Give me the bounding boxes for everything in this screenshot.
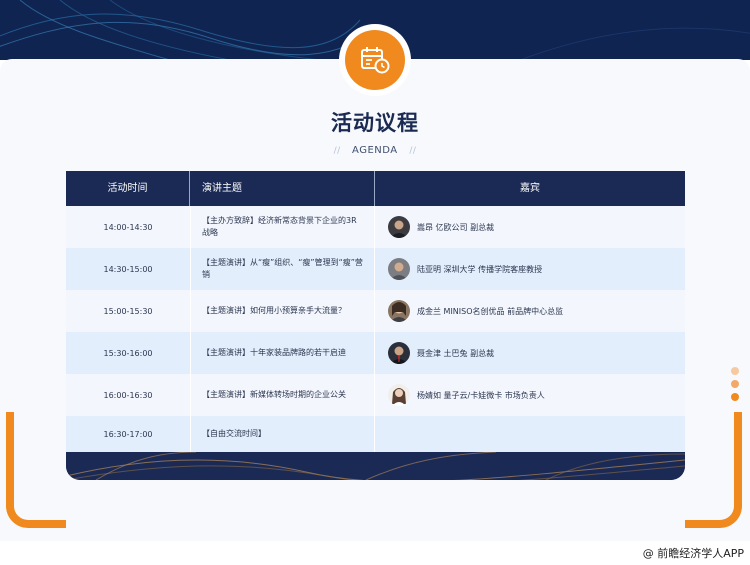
topic-cell: 【自由交流时间】 [190,416,375,452]
time-cell: 15:00-15:30 [66,290,191,332]
avatar [388,216,410,238]
guest-cell: 嵩昂 亿欧公司 副总裁 [375,206,685,248]
avatar [388,300,410,322]
orange-bracket-left [6,412,66,528]
time-cell: 16:00-16:30 [66,374,191,416]
table-header: 活动时间 演讲主题 嘉宾 [66,171,685,206]
band-wave-decoration [66,452,685,480]
guest-cell: 杨婧如 量子云/卡娃微卡 市场负责人 [375,374,685,416]
header-topic: 演讲主题 [190,171,375,206]
header-guest: 嘉宾 [520,183,540,194]
page-title: 活动议程 [331,111,419,135]
dot-medium [731,380,739,388]
watermark-text: @ 前瞻经济学人APP [642,547,744,560]
agenda-table: 活动时间 演讲主题 嘉宾 14:00-14:30 【主办方致辞】经济新常态背景下… [66,171,685,480]
decorative-dots [731,367,739,406]
guest-text: 聂金津 土巴兔 副总裁 [417,348,495,358]
subtitle-row: // AGENDA // [0,145,750,156]
guest-cell [375,416,685,452]
table-row: 15:00-15:30 【主题演讲】如何用小预算亲手大流量？ 成金兰 MINIS… [66,290,685,332]
slash-decoration-left: // [333,146,345,156]
header-time: 活动时间 [66,171,190,206]
avatar [388,342,410,364]
calendar-clock-icon [361,47,390,74]
time-cell: 14:00-14:30 [66,206,191,248]
avatar [388,384,410,406]
dot-dark [731,393,739,401]
guest-text: 杨婧如 量子云/卡娃微卡 市场负责人 [417,390,545,400]
table-row: 16:00-16:30 【主题演讲】新媒体转场时期的企业公关 杨婧如 量子云/卡… [66,374,685,416]
table-row: 14:30-15:00 【主题演讲】从“瘦”组织、“瘦”管理到“瘦”营销 陆亚明… [66,248,685,290]
slash-decoration-right: // [409,146,417,156]
table-bottom-band [66,452,685,480]
guest-text: 成金兰 MINISO名创优品 前品牌中心总监 [417,306,564,316]
guest-cell: 陆亚明 深圳大学 传播学院客座教授 [375,248,685,290]
table-row: 16:30-17:00 【自由交流时间】 [66,416,685,452]
calendar-badge [345,30,405,90]
topic-cell: 【主题演讲】十年家装品牌路的若干启迪 [190,332,375,374]
topic-cell: 【主题演讲】新媒体转场时期的企业公关 [190,374,375,416]
avatar [388,258,410,280]
guest-text: 陆亚明 深圳大学 传播学院客座教授 [417,264,543,274]
guest-text: 嵩昂 亿欧公司 副总裁 [417,222,495,232]
time-cell: 14:30-15:00 [66,248,191,290]
guest-cell: 成金兰 MINISO名创优品 前品牌中心总监 [375,290,685,332]
dot-light [731,367,739,375]
time-cell: 16:30-17:00 [66,416,191,452]
time-cell: 15:30-16:00 [66,332,191,374]
topic-cell: 【主题演讲】如何用小预算亲手大流量？ [190,290,375,332]
table-row: 15:30-16:00 【主题演讲】十年家装品牌路的若干启迪 聂金津 土巴兔 副… [66,332,685,374]
table-row: 14:00-14:30 【主办方致辞】经济新常态背景下企业的3R战略 嵩昂 亿欧… [66,206,685,248]
page-subtitle: AGENDA [352,145,398,156]
topic-cell: 【主题演讲】从“瘦”组织、“瘦”管理到“瘦”营销 [190,248,375,290]
orange-bracket-right [685,412,742,528]
guest-cell: 聂金津 土巴兔 副总裁 [375,332,685,374]
topic-cell: 【主办方致辞】经济新常态背景下企业的3R战略 [190,206,375,248]
